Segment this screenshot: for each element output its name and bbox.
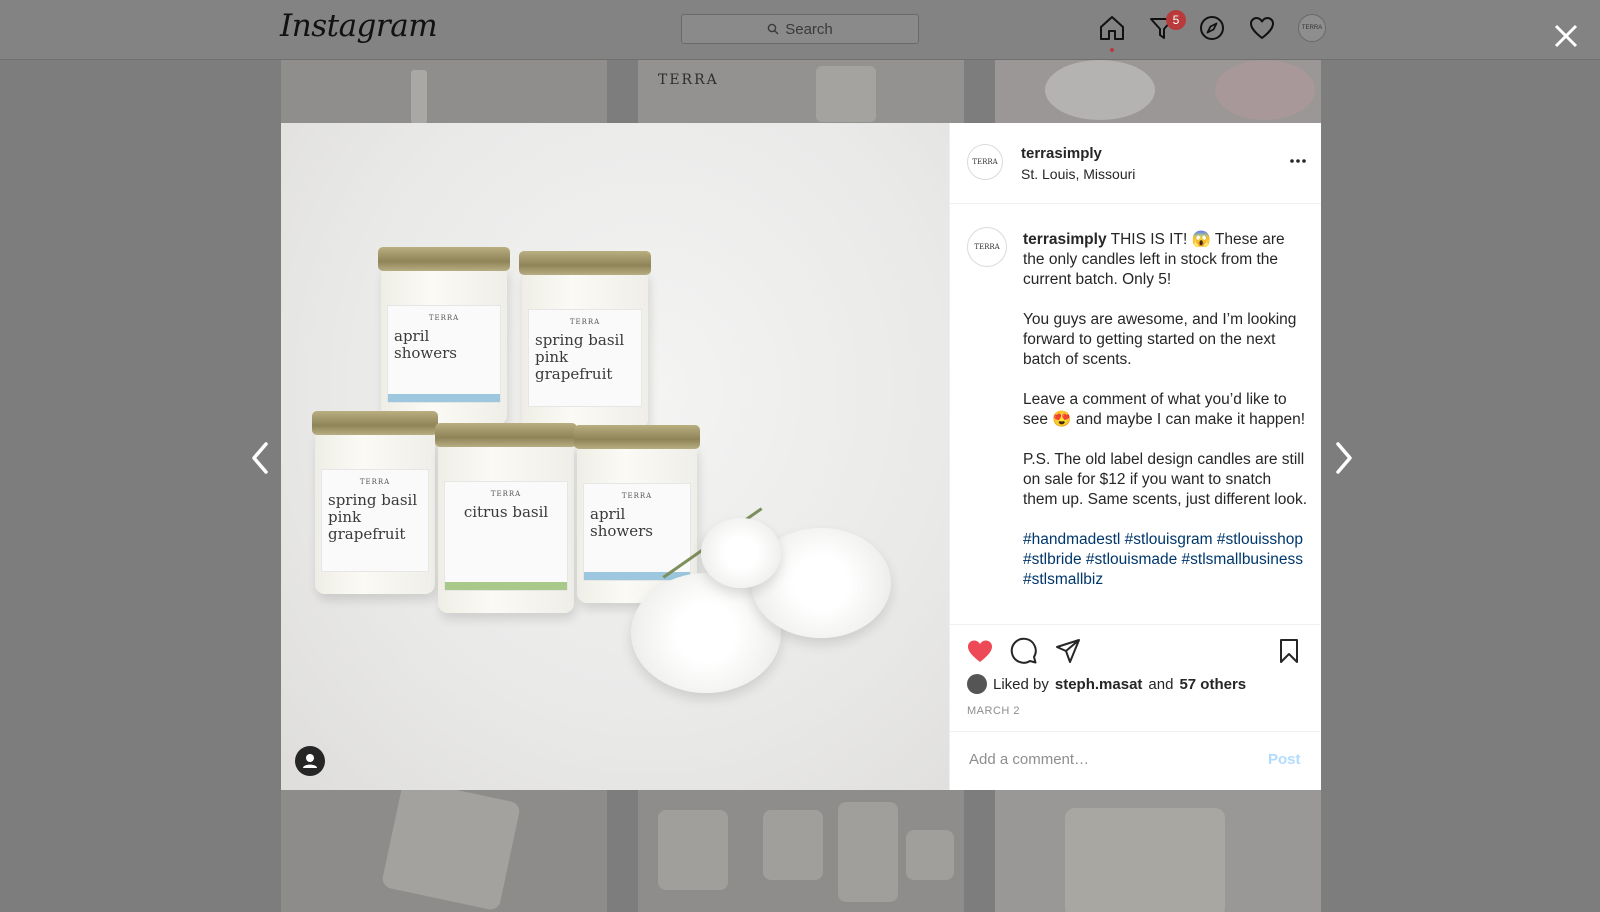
close-icon[interactable] xyxy=(1550,20,1582,52)
liked-by-and: and xyxy=(1148,675,1174,693)
tagged-user-button[interactable] xyxy=(295,746,325,776)
label-brand: TERRA xyxy=(569,318,601,326)
grid-post-thumbnail[interactable] xyxy=(281,790,607,912)
comment-icon[interactable] xyxy=(1010,637,1038,665)
previous-post-arrow[interactable] xyxy=(246,440,276,476)
home-button[interactable] xyxy=(1098,14,1126,52)
caption-text: terrasimply THIS IS IT! 😱 These are the … xyxy=(1023,230,1308,590)
candle-label: TERRA citrus basil xyxy=(444,481,568,591)
grid-post-thumbnail[interactable] xyxy=(638,790,964,912)
search-box[interactable]: Search xyxy=(681,14,919,44)
top-nav-bar: Instagram Search 5 TERRA xyxy=(0,0,1600,60)
candle-jar-shape xyxy=(1065,808,1225,912)
post-actions: Liked by steph.masat and 57 others MARCH… xyxy=(950,624,1320,732)
candle-jar-shape xyxy=(763,810,823,880)
caption-hashtags[interactable]: #handmadestl #stlouisgram #stlouisshop #… xyxy=(1023,531,1307,588)
liker-avatar[interactable] xyxy=(967,674,987,694)
author-avatar[interactable]: TERRA xyxy=(967,144,1003,180)
candle-jar: TERRA spring basil pink grapefruit xyxy=(312,411,438,594)
home-icon xyxy=(1100,16,1124,40)
post-date[interactable]: MARCH 2 xyxy=(967,705,1020,717)
tile-brand-text: TERRA xyxy=(658,72,719,88)
candle-jar-shape xyxy=(380,790,522,912)
share-icon[interactable] xyxy=(1054,637,1082,665)
label-scent-name: spring basil pink grapefruit xyxy=(328,491,418,543)
candle-jar: TERRA april showers xyxy=(378,247,510,425)
comment-box: Post xyxy=(950,731,1320,791)
label-scent-name: april showers xyxy=(394,327,457,362)
caption-author-avatar[interactable]: TERRA xyxy=(967,227,1007,267)
jar-lid xyxy=(378,247,510,271)
grid-post-thumbnail[interactable]: TERRA xyxy=(638,60,964,124)
post-photo[interactable]: TERRA april showers TERRA spring basil p… xyxy=(281,123,949,790)
label-color-band xyxy=(388,394,500,402)
post-comment-button[interactable]: Post xyxy=(1268,751,1301,768)
nav-icons: 5 TERRA xyxy=(1098,10,1326,52)
heart-icon xyxy=(1250,17,1274,39)
like-heart-icon[interactable] xyxy=(966,637,994,665)
post-modal: TERRA april showers TERRA spring basil p… xyxy=(281,123,1321,790)
label-color-band xyxy=(445,582,567,590)
candle-label: TERRA april showers xyxy=(387,305,501,403)
bookmark-icon[interactable] xyxy=(1275,637,1303,665)
post-header: TERRA terrasimply St. Louis, Missouri xyxy=(950,123,1321,204)
search-icon xyxy=(767,23,779,35)
active-dot xyxy=(1110,48,1114,52)
label-scent-name: citrus basil xyxy=(463,503,549,521)
user-icon xyxy=(303,754,317,768)
flower-shape xyxy=(1045,60,1155,120)
label-brand: TERRA xyxy=(359,478,391,486)
candle-jar: TERRA spring basil pink grapefruit xyxy=(519,251,651,429)
candle-jar-shape xyxy=(816,66,876,122)
more-options-icon[interactable] xyxy=(1288,151,1308,171)
candle-label: TERRA spring basil pink grapefruit xyxy=(528,309,642,407)
candle-jar-shape xyxy=(838,802,898,902)
jar-lid xyxy=(519,251,651,275)
candle-jar-shape xyxy=(658,810,728,890)
label-brand: TERRA xyxy=(490,490,522,498)
post-location[interactable]: St. Louis, Missouri xyxy=(1021,166,1135,182)
label-scent-name: april showers xyxy=(590,505,653,540)
jar-lid xyxy=(574,425,700,449)
label-brand: TERRA xyxy=(621,492,653,500)
candle-label: TERRA spring basil pink grapefruit xyxy=(321,469,429,572)
liked-by-prefix: Liked by xyxy=(993,675,1049,693)
candle-jar-shape xyxy=(906,830,954,880)
activity-button[interactable]: 5 xyxy=(1148,10,1186,42)
jar-lid xyxy=(312,411,438,435)
caption-paragraph: Leave a comment of what you’d like to se… xyxy=(1023,391,1306,428)
caption-area: TERRA terrasimply THIS IS IT! 😱 These ar… xyxy=(950,204,1320,624)
jar-lid xyxy=(435,423,577,447)
likes-summary: Liked by steph.masat and 57 others xyxy=(967,674,1246,694)
label-brand: TERRA xyxy=(428,314,460,322)
author-username[interactable]: terrasimply xyxy=(1021,145,1102,162)
caption-paragraph: P.S. The old label design candles are st… xyxy=(1023,451,1309,508)
activity-badge: 5 xyxy=(1166,10,1186,30)
compass-icon xyxy=(1200,16,1224,40)
explore-button[interactable] xyxy=(1198,14,1226,42)
caption-paragraph: You guys are awesome, and I’m looking fo… xyxy=(1023,311,1301,368)
flower-shape xyxy=(1215,60,1315,120)
grid-post-thumbnail[interactable] xyxy=(995,60,1321,124)
caption-username[interactable]: terrasimply xyxy=(1023,231,1107,248)
liked-by-others[interactable]: 57 others xyxy=(1179,676,1246,693)
instagram-logo[interactable]: Instagram xyxy=(280,8,438,44)
grid-post-thumbnail[interactable] xyxy=(995,790,1321,912)
profile-avatar[interactable]: TERRA xyxy=(1298,14,1326,42)
label-scent-name: spring basil pink grapefruit xyxy=(535,331,625,383)
next-post-arrow[interactable] xyxy=(1328,440,1358,476)
comment-input[interactable] xyxy=(967,750,1241,769)
post-sidebar: TERRA terrasimply St. Louis, Missouri TE… xyxy=(949,123,1321,790)
carnation-flower xyxy=(701,518,781,588)
likes-button[interactable] xyxy=(1248,14,1276,42)
liked-by-user[interactable]: steph.masat xyxy=(1055,676,1143,693)
candle-jar: TERRA citrus basil xyxy=(435,423,577,613)
search-placeholder: Search xyxy=(785,20,833,38)
grid-post-thumbnail[interactable] xyxy=(281,60,607,124)
spray-bottle-shape xyxy=(411,70,427,124)
